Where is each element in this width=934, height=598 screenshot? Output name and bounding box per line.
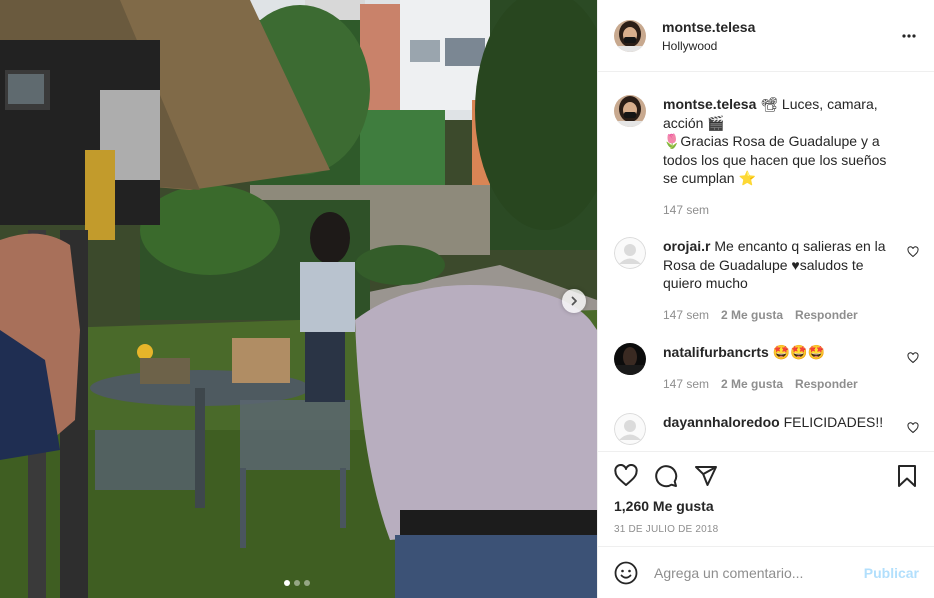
commenter-avatar[interactable] (614, 413, 646, 445)
carousel-indicator (284, 580, 310, 586)
post-actions: 1,260 Me gusta 31 DE JULIO DE 2018 (598, 451, 934, 546)
instagram-post: montse.telesa Hollywood montse.telesa 📽 … (0, 0, 934, 598)
caption-time[interactable]: 147 sem (663, 202, 709, 218)
comment-username[interactable]: natalifurbancrts (663, 344, 769, 360)
heart-icon[interactable] (907, 246, 919, 258)
carousel-dot (294, 580, 300, 586)
post-header: montse.telesa Hollywood (598, 0, 934, 72)
avatar-image (614, 19, 646, 52)
add-comment-bar: Publicar (598, 546, 934, 598)
bookmark-icon[interactable] (895, 464, 919, 488)
default-avatar-icon (614, 237, 646, 269)
comment-username[interactable]: dayannhaloredoo (663, 414, 780, 430)
comment-likes[interactable]: 2 Me gusta (721, 376, 783, 392)
likes-count[interactable]: 1,260 Me gusta (614, 498, 714, 514)
carousel-dot (284, 580, 290, 586)
post-photo[interactable] (0, 0, 597, 598)
next-image-button[interactable] (562, 289, 586, 313)
emoji-icon[interactable] (614, 561, 638, 585)
comment-text: FELICIDADES!! (783, 414, 884, 430)
caption-avatar[interactable] (614, 95, 646, 127)
caption-username[interactable]: montse.telesa (663, 96, 756, 112)
comment-likes[interactable]: 2 Me gusta (721, 307, 783, 323)
commenter-avatar[interactable] (614, 343, 646, 375)
chevron-right-icon (571, 296, 577, 306)
heart-icon[interactable] (907, 422, 919, 434)
comment-time[interactable]: 147 sem (663, 307, 709, 323)
heart-icon[interactable] (614, 464, 638, 488)
author-avatar[interactable] (614, 19, 646, 52)
comment-username[interactable]: orojai.r (663, 238, 710, 254)
author-username[interactable]: montse.telesa (662, 18, 755, 36)
reply-button[interactable]: Responder (795, 307, 858, 323)
heart-icon[interactable] (907, 352, 919, 364)
comment-time[interactable]: 147 sem (663, 376, 709, 392)
reply-button[interactable]: Responder (795, 376, 858, 392)
publish-button[interactable]: Publicar (864, 565, 919, 581)
default-avatar-icon (614, 413, 646, 445)
carousel-dot (304, 580, 310, 586)
share-icon[interactable] (694, 464, 718, 488)
post-location[interactable]: Hollywood (662, 38, 755, 54)
avatar-image (614, 343, 646, 375)
commenter-avatar[interactable] (614, 237, 646, 269)
caption-text-line2: 🌷Gracias Rosa de Guadalupe y a todos los… (663, 133, 887, 186)
comment-text: 🤩🤩🤩 (772, 344, 825, 360)
comment-input[interactable] (654, 564, 864, 581)
post-side-panel: montse.telesa Hollywood montse.telesa 📽 … (597, 0, 934, 598)
more-horizontal-icon[interactable] (901, 28, 917, 44)
photo-scene (0, 0, 597, 598)
comment-icon[interactable] (654, 464, 678, 488)
comments-list[interactable]: montse.telesa 📽 Luces, camara, acción 🎬 … (598, 73, 934, 451)
avatar-image (614, 95, 646, 127)
post-date[interactable]: 31 DE JULIO DE 2018 (614, 524, 718, 535)
